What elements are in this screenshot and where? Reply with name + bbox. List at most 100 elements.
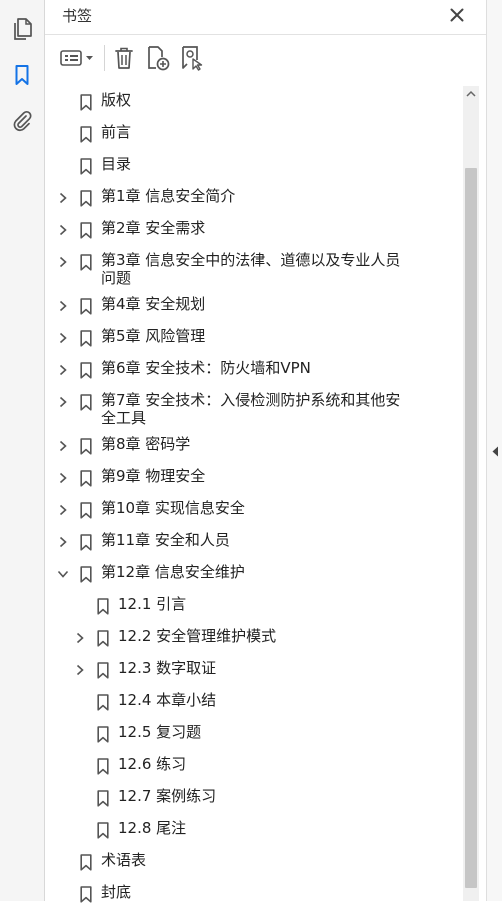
bookmark-label: 第8章 密码学 [101, 435, 191, 453]
collapse-chevron[interactable] [56, 567, 70, 581]
scrollbar-thumb[interactable] [465, 168, 477, 888]
collapse-panel-button[interactable] [490, 444, 500, 458]
options-menu-button[interactable] [59, 44, 97, 72]
delete-icon [115, 47, 133, 69]
bookmark-icon [80, 854, 92, 871]
bookmark-subitem[interactable]: 12.6 练习 [45, 750, 463, 782]
bookmark-item[interactable]: 第5章 风险管理 [45, 322, 463, 354]
close-icon [450, 8, 464, 22]
bookmark-icon [80, 190, 92, 207]
chevron-right-icon [59, 224, 67, 236]
expand-chevron[interactable] [56, 535, 70, 549]
bookmark-icon [80, 534, 92, 551]
delete-bookmark-button[interactable] [111, 44, 137, 72]
bookmark-label: 前言 [101, 123, 132, 141]
bookmark-item[interactable]: 第8章 密码学 [45, 430, 463, 462]
bookmark-icon [97, 598, 109, 615]
bookmarks-panel-button[interactable] [9, 62, 35, 88]
bookmark-icon [80, 158, 92, 175]
chevron-right-icon [59, 396, 67, 408]
chevron-right-icon [59, 332, 67, 344]
bookmark-label: 版权 [101, 91, 132, 109]
expand-chevron[interactable] [56, 471, 70, 485]
panel-header: 书签 [45, 0, 486, 34]
bookmark-item[interactable]: 第2章 安全需求 [45, 214, 463, 246]
triangle-left-icon [492, 446, 498, 456]
chevron-down-icon [57, 570, 69, 578]
expand-chevron[interactable] [56, 191, 70, 205]
bookmark-label: 第10章 实现信息安全 [101, 499, 245, 517]
expand-chevron[interactable] [56, 299, 70, 313]
bookmark-label: 封底 [101, 883, 132, 901]
bookmark-item[interactable]: 版权 [45, 86, 463, 118]
page-thumbnails-button[interactable] [9, 15, 35, 41]
expand-chevron[interactable] [56, 223, 70, 237]
bookmark-item[interactable]: 封底 [45, 878, 463, 910]
attachments-button[interactable] [9, 108, 35, 134]
toolbar-separator [104, 45, 105, 71]
new-bookmark-button[interactable] [144, 44, 172, 72]
bookmark-label: 第1章 信息安全简介 [101, 187, 236, 205]
bookmark-icon [97, 726, 109, 743]
expand-chevron[interactable] [73, 631, 87, 645]
bookmark-item[interactable]: 第4章 安全规划 [45, 290, 463, 322]
bookmark-label: 第7章 安全技术：入侵检测防护系统和其他安全工具 [101, 391, 401, 427]
bookmark-icon [80, 470, 92, 487]
bookmark-label: 术语表 [101, 851, 147, 869]
panel-title: 书签 [62, 7, 93, 25]
bookmark-label: 12.4 本章小结 [118, 691, 217, 709]
bookmark-item[interactable]: 第11章 安全和人员 [45, 526, 463, 558]
bookmark-icon [15, 65, 29, 85]
bookmark-subitem[interactable]: 12.8 尾注 [45, 814, 463, 846]
close-panel-button[interactable] [445, 3, 469, 27]
bookmark-icon [80, 126, 92, 143]
bookmark-subitem[interactable]: 12.3 数字取证 [45, 654, 463, 686]
expand-chevron[interactable] [56, 503, 70, 517]
bookmark-item[interactable]: 第6章 安全技术：防火墙和VPN [45, 354, 463, 386]
bookmarks-panel: 书签 版权 前言 目录 第1章 信息安全简介 第2章 安全需求 第3章 信息安全… [45, 0, 486, 903]
expand-chevron[interactable] [56, 255, 70, 269]
bookmark-icon [97, 662, 109, 679]
bookmark-icon [80, 330, 92, 347]
bookmark-item[interactable]: 目录 [45, 150, 463, 182]
bookmark-subitem[interactable]: 12.1 引言 [45, 590, 463, 622]
chevron-right-icon [59, 504, 67, 516]
bookmark-item[interactable]: 第1章 信息安全简介 [45, 182, 463, 214]
scroll-up-button[interactable] [463, 86, 479, 102]
bookmark-icon [97, 630, 109, 647]
bookmark-icon [80, 362, 92, 379]
bookmark-label: 12.2 安全管理维护模式 [118, 627, 277, 645]
bookmark-item[interactable]: 前言 [45, 118, 463, 150]
bookmark-item[interactable]: 第12章 信息安全维护 [45, 558, 463, 590]
bookmark-label: 第5章 风险管理 [101, 327, 206, 345]
expand-chevron[interactable] [56, 395, 70, 409]
bookmark-subitem[interactable]: 12.7 案例练习 [45, 782, 463, 814]
bookmark-icon [80, 438, 92, 455]
bookmark-subitem[interactable]: 12.4 本章小结 [45, 686, 463, 718]
bookmark-item[interactable]: 第10章 实现信息安全 [45, 494, 463, 526]
bookmark-subitem[interactable]: 12.2 安全管理维护模式 [45, 622, 463, 654]
bookmark-from-selection-button[interactable] [178, 44, 206, 72]
bookmark-item[interactable]: 第9章 物理安全 [45, 462, 463, 494]
bookmark-label: 12.7 案例练习 [118, 787, 217, 805]
expand-chevron[interactable] [56, 363, 70, 377]
expand-chevron[interactable] [73, 663, 87, 677]
new-bookmark-icon [148, 46, 170, 71]
bookmark-item[interactable]: 第7章 安全技术：入侵检测防护系统和其他安全工具 [45, 386, 463, 430]
options-menu-icon [60, 50, 93, 66]
chevron-up-icon [466, 90, 476, 97]
bookmark-subitem[interactable]: 12.5 复习题 [45, 718, 463, 750]
chevron-right-icon [59, 472, 67, 484]
expand-chevron[interactable] [56, 439, 70, 453]
bookmark-icon [97, 758, 109, 775]
chevron-right-icon [76, 632, 84, 644]
bookmark-label: 12.3 数字取证 [118, 659, 217, 677]
panel-divider[interactable] [486, 0, 502, 901]
bookmark-icon [97, 822, 109, 839]
bookmark-item[interactable]: 术语表 [45, 846, 463, 878]
bookmark-item[interactable]: 第3章 信息安全中的法律、道德以及专业人员问题 [45, 246, 463, 290]
bookmarks-toolbar [45, 34, 486, 81]
bookmark-label: 第3章 信息安全中的法律、道德以及专业人员问题 [101, 251, 401, 287]
expand-chevron[interactable] [56, 331, 70, 345]
page-thumbnails-icon [14, 18, 32, 40]
